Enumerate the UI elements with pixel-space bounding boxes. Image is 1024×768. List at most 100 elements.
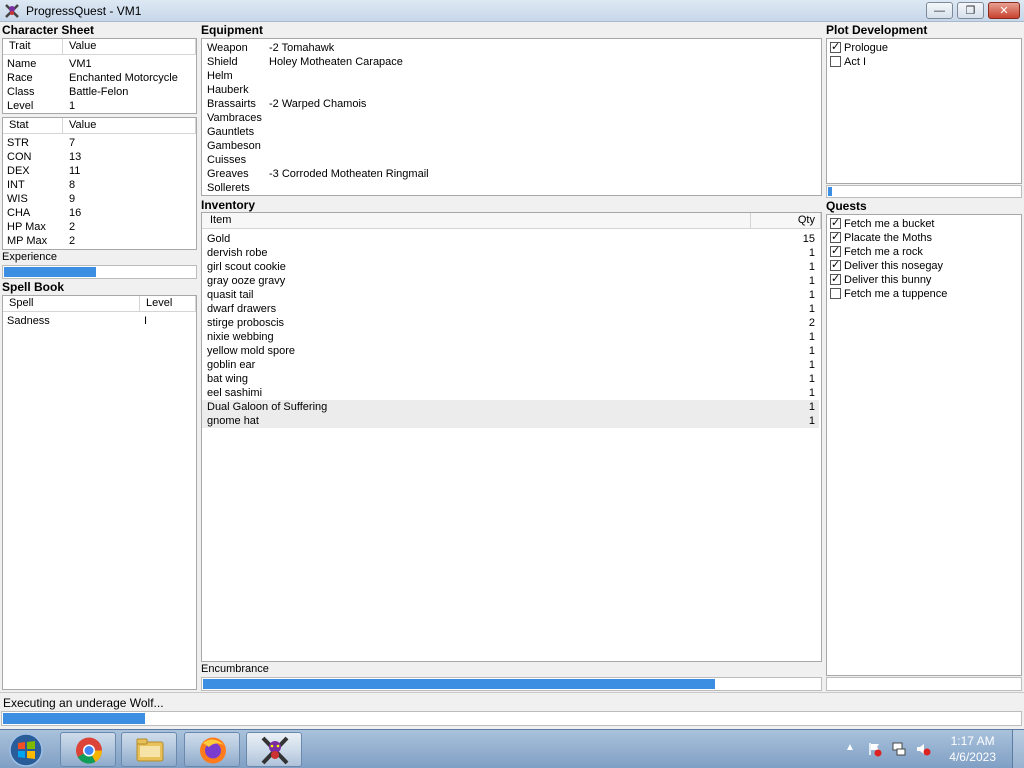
inventory-row[interactable]: gray ooze gravy 1 <box>202 274 819 288</box>
inventory-item-name: nixie webbing <box>207 331 274 343</box>
inventory-row[interactable]: eel sashimi 1 <box>202 386 819 400</box>
quests-title: Quests <box>826 199 867 213</box>
stat-row[interactable]: HP Max 2 <box>3 220 196 234</box>
maximize-button[interactable]: ❐ <box>957 2 984 19</box>
item-column-header[interactable]: Item <box>202 213 751 228</box>
equipment-row[interactable]: Cuisses <box>202 153 821 167</box>
plot-act[interactable]: Prologue <box>827 40 1021 55</box>
trait-row[interactable]: Race Enchanted Motorcycle <box>3 71 196 85</box>
quest[interactable]: Fetch me a bucket <box>827 216 1021 231</box>
stat-row[interactable]: MP Max 2 <box>3 234 196 248</box>
traits-table[interactable]: Trait Value Name VM1 Race Enchanted Motorcy… <box>2 38 197 114</box>
checked-checkbox[interactable] <box>830 258 841 272</box>
unchecked-checkbox[interactable] <box>830 56 841 67</box>
trait-row[interactable]: Level 1 <box>3 99 196 113</box>
trait-column-header[interactable]: Trait <box>3 39 63 54</box>
firefox-taskbar-button[interactable] <box>184 732 240 767</box>
quest[interactable]: Fetch me a tuppence <box>827 287 1021 301</box>
taskbar-clock[interactable]: 1:17 AM 4/6/2023 <box>949 733 996 765</box>
equipment-slot: Weapon <box>207 42 248 54</box>
checked-checkbox[interactable] <box>830 272 841 286</box>
stat-value: 9 <box>69 193 76 205</box>
encumbrance-label: Encumbrance <box>201 663 269 675</box>
equipment-row[interactable]: Vambraces <box>202 111 821 125</box>
file-explorer-taskbar-button[interactable] <box>121 732 177 767</box>
plot-progress-bar <box>826 185 1022 198</box>
level-column-header[interactable]: Level <box>140 296 196 311</box>
equipment-row[interactable]: Hauberk <box>202 83 821 97</box>
quest[interactable]: Deliver this bunny <box>827 272 1021 287</box>
equipment-list[interactable]: Weapon -2 Tomahawk Shield Holey Motheaten C… <box>201 38 822 196</box>
close-button[interactable]: ✕ <box>988 2 1020 19</box>
spell-book-title: Spell Book <box>2 280 65 294</box>
quest[interactable]: Deliver this nosegay <box>827 258 1021 273</box>
value-column-header[interactable]: Value <box>63 39 196 54</box>
inventory-row[interactable]: quasit tail 1 <box>202 288 819 302</box>
inventory-row[interactable]: girl scout cookie 1 <box>202 260 819 274</box>
volume-muted-icon[interactable] <box>915 741 931 757</box>
minimize-button[interactable]: — <box>926 2 953 19</box>
stat-row[interactable]: INT 8 <box>3 178 196 192</box>
clock-date: 4/6/2023 <box>949 750 996 764</box>
show-hidden-icons-icon[interactable]: ▲ <box>845 742 855 753</box>
stat-row[interactable]: CON 13 <box>3 150 196 164</box>
inventory-table[interactable]: Item Qty Gold 15 dervish robe 1 girl scout c… <box>201 212 822 662</box>
network-icon[interactable] <box>891 741 907 757</box>
trait-value: VM1 <box>69 58 92 70</box>
inventory-row[interactable]: nixie webbing 1 <box>202 330 819 344</box>
stat-row[interactable]: DEX 11 <box>3 164 196 178</box>
spell-row[interactable]: Sadness I <box>3 314 196 328</box>
plot-act-label: Prologue <box>844 42 889 54</box>
equipment-row[interactable]: Helm <box>202 69 821 83</box>
inventory-row[interactable]: yellow mold spore 1 <box>202 344 819 358</box>
quest[interactable]: Fetch me a rock <box>827 244 1021 259</box>
task-progress-fill <box>3 713 145 724</box>
traits-header: Trait Value <box>3 39 196 55</box>
spell-book-table[interactable]: Spell Level Sadness I <box>2 295 197 690</box>
experience-bar-fill <box>4 267 96 277</box>
quest[interactable]: Placate the Moths <box>827 230 1021 245</box>
stat-row[interactable]: STR 7 <box>3 136 196 150</box>
inventory-row[interactable]: Gold 15 <box>202 232 819 246</box>
action-center-flag-icon[interactable] <box>867 741 883 757</box>
inventory-row[interactable]: stirge proboscis 2 <box>202 316 819 330</box>
stat-value-column-header[interactable]: Value <box>63 118 196 133</box>
start-button[interactable] <box>6 732 46 768</box>
stat-row[interactable]: WIS 9 <box>3 192 196 206</box>
inventory-row[interactable]: goblin ear 1 <box>202 358 819 372</box>
checked-checkbox[interactable] <box>830 216 841 230</box>
plot-act[interactable]: Act I <box>827 55 1021 69</box>
inventory-row[interactable]: dwarf drawers 1 <box>202 302 819 316</box>
spell-column-header[interactable]: Spell <box>3 296 140 311</box>
equipment-row[interactable]: Sollerets <box>202 181 821 195</box>
stat-row[interactable]: CHA 16 <box>3 206 196 220</box>
task-progress-bar <box>1 711 1022 726</box>
progressquest-app-icon <box>5 4 19 18</box>
stats-table[interactable]: Stat Value STR 7 CON 13 DEX 11 INT 8 WIS 9 CHA 16 HP… <box>2 117 197 250</box>
equipment-row[interactable]: Gauntlets <box>202 125 821 139</box>
inventory-row[interactable]: bat wing 1 <box>202 372 819 386</box>
plot-list[interactable]: Prologue Act I <box>826 38 1022 184</box>
inventory-row[interactable]: Dual Galoon of Suffering 1 <box>202 400 819 414</box>
checked-checkbox[interactable] <box>830 244 841 258</box>
show-desktop-button[interactable] <box>1012 730 1024 768</box>
chrome-taskbar-button[interactable] <box>60 732 116 767</box>
equipment-row[interactable]: Shield Holey Motheaten Carapace <box>202 55 821 69</box>
equipment-row[interactable]: Weapon -2 Tomahawk <box>202 41 821 55</box>
quests-list[interactable]: Fetch me a bucket Placate the Moths Fetch … <box>826 214 1022 676</box>
inventory-row[interactable]: dervish robe 1 <box>202 246 819 260</box>
equipment-row[interactable]: Gambeson <box>202 139 821 153</box>
unchecked-checkbox[interactable] <box>830 288 841 299</box>
equipment-row[interactable]: Greaves -3 Corroded Motheaten Ringmail <box>202 167 821 181</box>
checked-checkbox[interactable] <box>830 40 841 54</box>
trait-row[interactable]: Name VM1 <box>3 57 196 71</box>
qty-column-header[interactable]: Qty <box>751 213 821 228</box>
equipment-row[interactable]: Brassairts -2 Warped Chamois <box>202 97 821 111</box>
trait-row[interactable]: Class Battle-Felon <box>3 85 196 99</box>
inventory-row[interactable]: gnome hat 1 <box>202 414 819 428</box>
stat-column-header[interactable]: Stat <box>3 118 63 133</box>
checked-checkbox[interactable] <box>830 230 841 244</box>
progressquest-taskbar-button[interactable] <box>246 732 302 767</box>
trait-label: Class <box>7 86 35 98</box>
inventory-item-name: girl scout cookie <box>207 261 286 273</box>
